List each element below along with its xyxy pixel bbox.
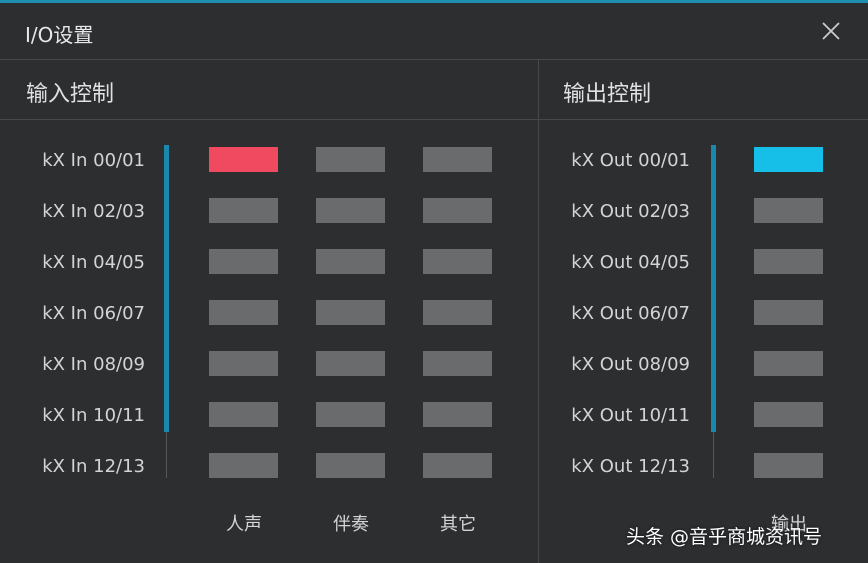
input-column-label: 其它: [440, 514, 476, 535]
input-column-label: 伴奏: [333, 514, 369, 535]
input-row-label: kX In 08/09: [42, 354, 145, 375]
input-route-cell[interactable]: [423, 249, 492, 274]
input-route-cell[interactable]: [423, 351, 492, 376]
output-row-label: kX Out 00/01: [571, 150, 690, 171]
output-row-label: kX Out 12/13: [571, 456, 690, 477]
input-route-cell[interactable]: [316, 453, 385, 478]
input-route-cell[interactable]: [423, 198, 492, 223]
input-row-label: kX In 04/05: [42, 252, 145, 273]
title-bar: I/O设置: [0, 3, 868, 59]
output-row-label: kX Out 06/07: [571, 303, 690, 324]
output-row-label: kX Out 04/05: [571, 252, 690, 273]
input-route-cell[interactable]: [209, 147, 278, 172]
input-scrollbar-thumb[interactable]: [164, 145, 169, 432]
output-row-label: kX Out 10/11: [571, 405, 690, 426]
input-column-label: 人声: [226, 514, 262, 535]
output-route-cell[interactable]: [754, 351, 823, 376]
section-divider: [538, 60, 539, 563]
input-route-cell[interactable]: [423, 300, 492, 325]
close-icon[interactable]: [820, 20, 842, 42]
input-row-label: kX In 10/11: [42, 405, 145, 426]
input-route-cell[interactable]: [209, 249, 278, 274]
input-route-cell[interactable]: [316, 300, 385, 325]
input-route-cell[interactable]: [316, 249, 385, 274]
header-divider: [0, 119, 868, 120]
input-route-cell[interactable]: [316, 198, 385, 223]
input-route-cell[interactable]: [209, 351, 278, 376]
output-row-label: kX Out 08/09: [571, 354, 690, 375]
output-row-label: kX Out 02/03: [571, 201, 690, 222]
output-control-title: 输出控制: [563, 82, 652, 107]
input-route-cell[interactable]: [316, 351, 385, 376]
title-divider: [0, 59, 868, 60]
input-route-cell[interactable]: [423, 402, 492, 427]
dialog-title: I/O设置: [25, 23, 94, 47]
input-row-label: kX In 00/01: [42, 150, 145, 171]
watermark-text: 头条 @音乎商城资讯号: [626, 526, 823, 548]
input-route-cell[interactable]: [209, 402, 278, 427]
input-route-cell[interactable]: [209, 198, 278, 223]
input-row-label: kX In 02/03: [42, 201, 145, 222]
input-row-label: kX In 12/13: [42, 456, 145, 477]
output-route-cell[interactable]: [754, 453, 823, 478]
output-route-cell[interactable]: [754, 402, 823, 427]
output-route-cell[interactable]: [754, 249, 823, 274]
input-route-cell[interactable]: [209, 300, 278, 325]
output-scrollbar-thumb[interactable]: [711, 145, 716, 432]
output-route-cell[interactable]: [754, 198, 823, 223]
input-route-cell[interactable]: [423, 453, 492, 478]
input-route-cell[interactable]: [316, 147, 385, 172]
input-row-label: kX In 06/07: [42, 303, 145, 324]
input-control-title: 输入控制: [26, 82, 115, 107]
output-route-cell[interactable]: [754, 147, 823, 172]
input-route-cell[interactable]: [423, 147, 492, 172]
output-route-cell[interactable]: [754, 300, 823, 325]
input-route-cell[interactable]: [316, 402, 385, 427]
input-route-cell[interactable]: [209, 453, 278, 478]
